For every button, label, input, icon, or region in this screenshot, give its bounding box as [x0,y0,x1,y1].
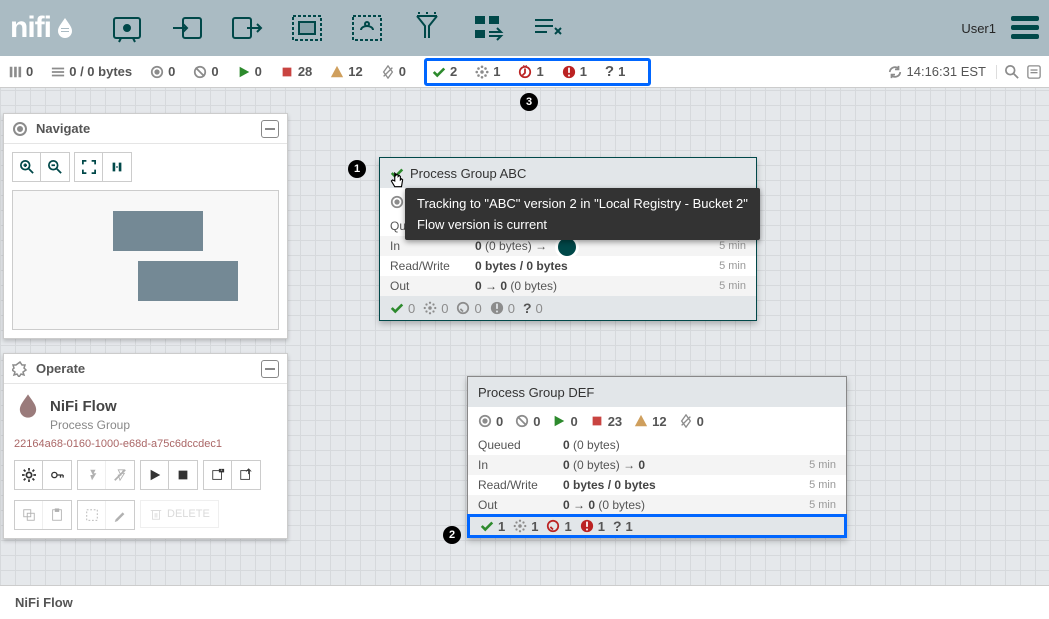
access-policies-button[interactable] [43,461,71,489]
process-group-def-version-footer: 1 1 1 1 ?1 [467,514,847,538]
process-group-abc-title: Process Group ABC [410,166,526,181]
version-tooltip: Tracking to "ABC" version 2 in "Local Re… [405,188,760,240]
operate-title: Operate [36,361,85,376]
process-group-def[interactable]: Process Group DEF 0 0 0 23 12 0 Queued0 … [467,376,847,538]
navigate-collapse-button[interactable] [261,120,279,138]
nifi-logo: nifi [10,11,77,45]
queue-size: 0 / 0 bytes [51,64,132,79]
top-toolbar: nifi User1 [0,0,1049,56]
zoom-fit-button[interactable] [75,153,103,181]
birdseye-view[interactable] [12,190,279,330]
start-button[interactable] [141,461,169,489]
callout-3: 3 [520,93,538,111]
add-funnel-icon[interactable] [409,10,445,46]
stopped-count: 28 [280,64,312,79]
global-menu-button[interactable] [1011,16,1039,40]
readwrite-label: Read/Write [390,259,475,273]
color-button [106,501,134,529]
hand-cursor-icon [388,172,406,193]
zoom-actual-button[interactable] [103,153,131,181]
upload-template-button[interactable] [232,461,260,489]
add-output-port-icon[interactable] [229,10,265,46]
readwrite-label: Read/Write [478,478,563,492]
delete-button: DELETE [140,500,219,528]
add-label-icon[interactable] [529,10,565,46]
breadcrumb-bar[interactable]: NiFi Flow [0,585,1049,619]
status-bar: 0 0 / 0 bytes 0 0 0 28 12 0 2 1 1 1 ?1 1… [0,56,1049,88]
paste-button [43,501,71,529]
copy-button [15,501,43,529]
callout-1: 1 [348,160,366,178]
in-label: In [478,458,563,472]
zoom-in-button[interactable] [13,153,41,181]
create-template-button[interactable]: + [204,461,232,489]
invalid-count: 12 [330,64,362,79]
operate-component-type: Process Group [50,418,277,432]
zoom-out-button[interactable] [41,153,69,181]
navigate-panel: Navigate [3,113,288,339]
operate-component-uuid: 22164a68-0160-1000-e68d-a75c6dccdec1 [14,438,277,450]
add-template-icon[interactable] [469,10,505,46]
not-transmitting-count: 0 [193,64,218,79]
in-label: In [390,239,475,253]
disabled-count: 0 [381,64,406,79]
bulletin-icon[interactable] [1027,65,1041,79]
active-threads: 0 [8,64,33,79]
transmitting-count: 0 [150,64,175,79]
out-label: Out [478,498,563,512]
svg-text:+: + [220,469,222,473]
disable-button [106,461,134,489]
username-label: User1 [961,21,996,36]
navigate-title: Navigate [36,121,90,136]
add-input-port-icon[interactable] [169,10,205,46]
operate-panel: Operate NiFi Flow Process Group 22164a68… [3,353,288,539]
queued-label: Queued [478,438,563,452]
operate-component-name: NiFi Flow [50,398,117,415]
add-processor-icon[interactable] [109,10,145,46]
stop-button[interactable] [169,461,197,489]
version-status-group: 2 1 1 1 ?1 [424,58,651,86]
operate-collapse-button[interactable] [261,360,279,378]
search-icon[interactable] [1005,65,1019,79]
last-refresh[interactable]: 14:16:31 EST [888,64,987,79]
add-process-group-icon[interactable] [289,10,325,46]
add-remote-process-group-icon[interactable] [349,10,385,46]
process-group-def-title: Process Group DEF [478,385,594,400]
callout-2: 2 [443,526,461,544]
out-label: Out [390,279,475,293]
configure-button[interactable] [15,461,43,489]
running-count: 0 [237,64,262,79]
enable-button [78,461,106,489]
group-button [78,501,106,529]
